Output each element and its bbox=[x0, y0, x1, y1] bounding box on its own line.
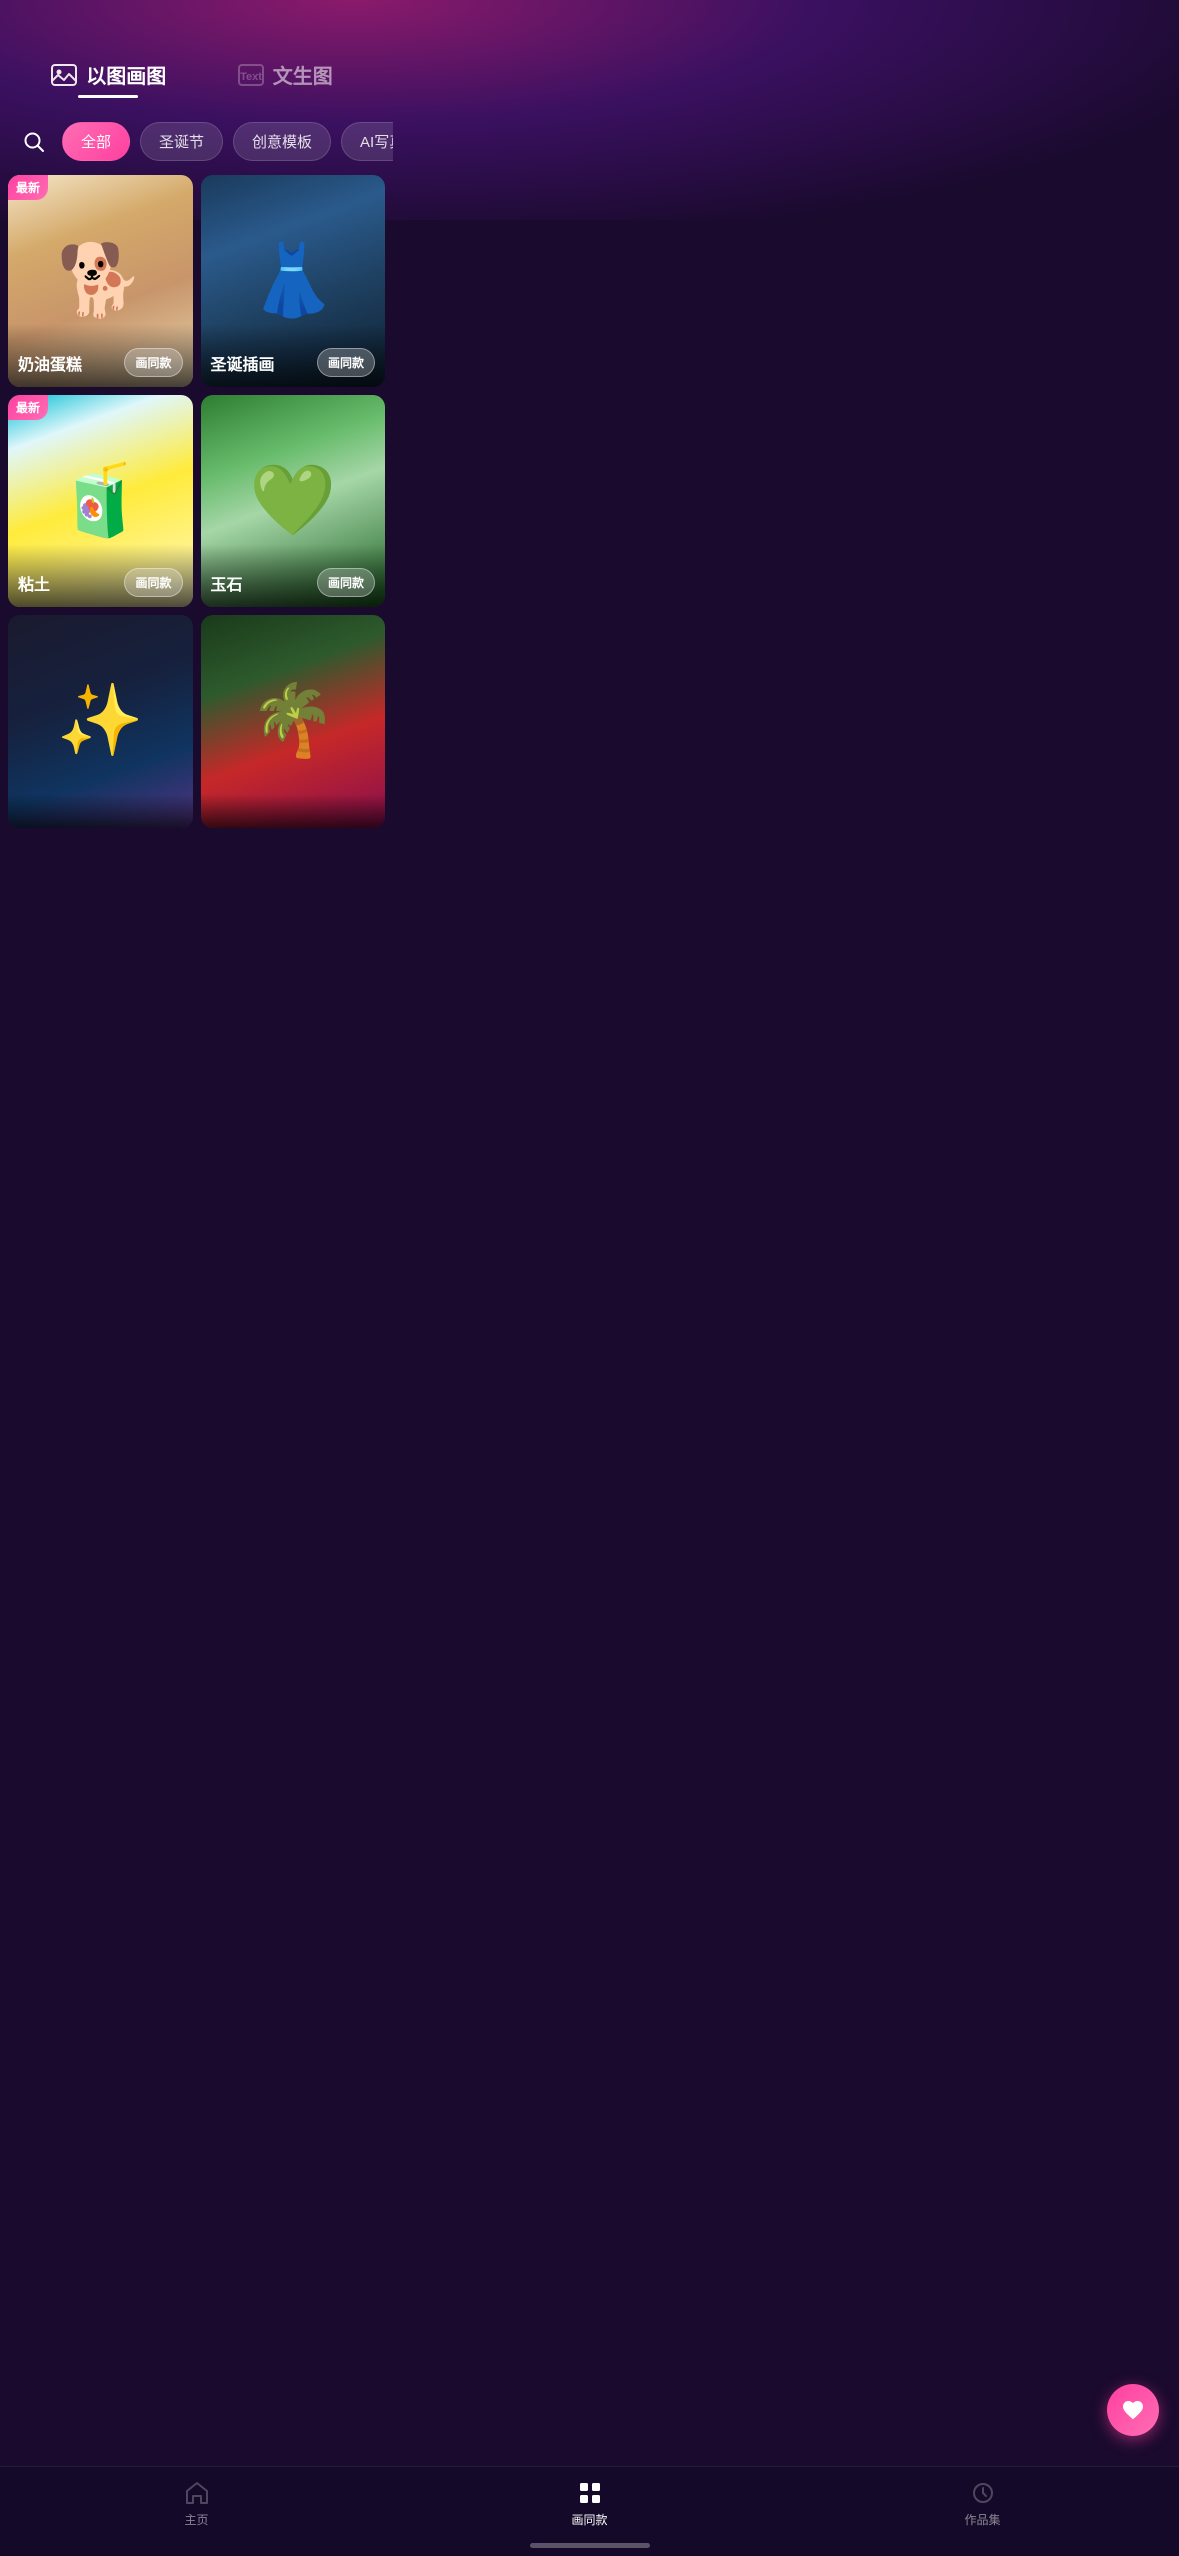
heart-icon bbox=[1121, 2398, 1145, 2422]
grid-item-1-overlay: 奶油蛋糕 画同款 bbox=[8, 324, 193, 387]
grid-item-1-title: 奶油蛋糕 bbox=[18, 351, 82, 375]
grid-item-6[interactable]: 🌴 bbox=[201, 615, 386, 827]
grid-item-4-overlay: 玉石 画同款 bbox=[201, 544, 386, 607]
image-icon bbox=[50, 61, 78, 89]
grid-item-3-overlay: 粘土 画同款 bbox=[8, 544, 193, 607]
filter-chip-all[interactable]: 全部 bbox=[62, 122, 130, 161]
grid-item-2[interactable]: 👗 圣诞插画 画同款 bbox=[201, 175, 386, 387]
filter-chip-christmas[interactable]: 圣诞节 bbox=[140, 122, 223, 161]
tab-text2img-label: 文生图 bbox=[273, 60, 333, 89]
nav-works[interactable]: 作品集 bbox=[786, 2479, 1179, 2528]
filter-chip-ai-photo[interactable]: AI写真馆 bbox=[341, 122, 393, 161]
grid-item-2-overlay: 圣诞插画 画同款 bbox=[201, 324, 386, 387]
filter-chip-creative[interactable]: 创意模板 bbox=[233, 122, 331, 161]
nav-home[interactable]: 主页 bbox=[0, 2479, 393, 2528]
clock-icon bbox=[969, 2479, 997, 2507]
image-grid: 🐕 最新 奶油蛋糕 画同款 👗 圣诞插画 画同款 🧃 最新 粘土 画同款 💚 bbox=[0, 175, 393, 928]
nav-huidongkuan[interactable]: 画同款 bbox=[393, 2479, 786, 2528]
grid-item-1[interactable]: 🐕 最新 奶油蛋糕 画同款 bbox=[8, 175, 193, 387]
like-button[interactable] bbox=[1107, 2384, 1159, 2436]
grid-item-3[interactable]: 🧃 最新 粘土 画同款 bbox=[8, 395, 193, 607]
grid-item-6-overlay bbox=[201, 794, 386, 828]
grid-item-2-btn[interactable]: 画同款 bbox=[317, 348, 375, 377]
grid-item-4-title: 玉石 bbox=[211, 571, 243, 595]
grid-item-5-overlay bbox=[8, 794, 193, 828]
grid-item-4[interactable]: 💚 玉石 画同款 bbox=[201, 395, 386, 607]
top-tab-bar: 以图画图 Text 文生图 bbox=[0, 0, 393, 108]
search-icon bbox=[23, 131, 45, 153]
nav-huidongkuan-label: 画同款 bbox=[571, 2511, 607, 2528]
home-indicator bbox=[530, 2543, 650, 2548]
grid-item-1-btn[interactable]: 画同款 bbox=[124, 348, 182, 377]
filter-row: 全部 圣诞节 创意模板 AI写真馆 bbox=[0, 108, 393, 175]
nav-works-label: 作品集 bbox=[964, 2511, 1000, 2528]
search-button[interactable] bbox=[16, 124, 52, 160]
nav-home-label: 主页 bbox=[184, 2511, 208, 2528]
tab-text2img[interactable]: Text 文生图 bbox=[197, 60, 374, 108]
grid-item-2-title: 圣诞插画 bbox=[211, 351, 275, 375]
grid-item-3-btn[interactable]: 画同款 bbox=[124, 568, 182, 597]
home-icon bbox=[183, 2479, 211, 2507]
tab-img2img[interactable]: 以图画图 bbox=[20, 60, 197, 108]
svg-text:Text: Text bbox=[240, 71, 262, 83]
badge-new-1: 最新 bbox=[8, 175, 48, 200]
badge-new-3: 最新 bbox=[8, 395, 48, 420]
text-icon: Text bbox=[237, 61, 265, 89]
tab-img2img-label: 以图画图 bbox=[86, 60, 166, 89]
grid-item-5[interactable]: ✨ bbox=[8, 615, 193, 827]
tab-text2img-underline bbox=[255, 95, 315, 98]
grid-item-4-btn[interactable]: 画同款 bbox=[317, 568, 375, 597]
grid-icon bbox=[576, 2479, 604, 2507]
tab-img2img-underline bbox=[78, 95, 138, 98]
grid-item-3-title: 粘土 bbox=[18, 571, 50, 595]
